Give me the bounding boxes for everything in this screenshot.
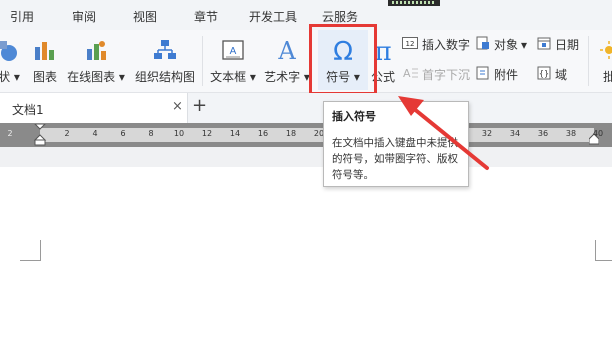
annotation-arrow-icon	[398, 96, 489, 170]
